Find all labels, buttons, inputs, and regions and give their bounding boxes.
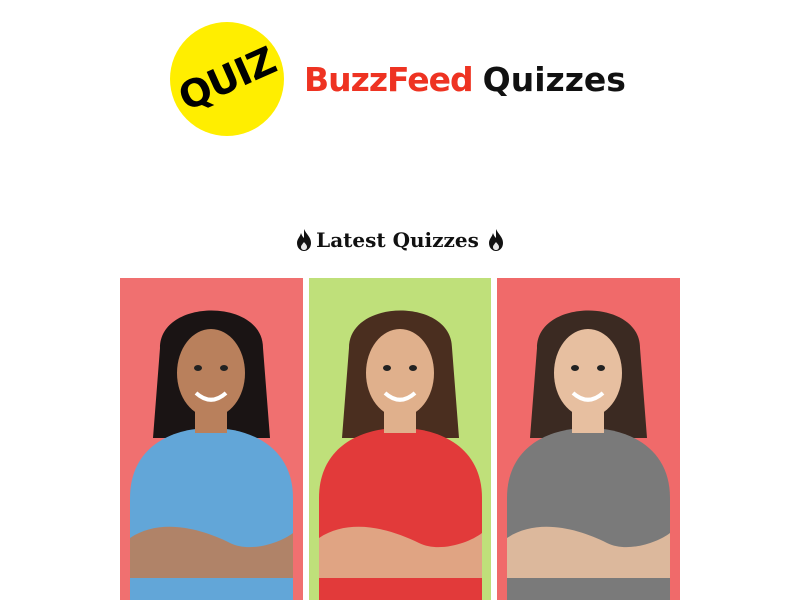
fire-icon <box>297 229 312 251</box>
brand-suffix: Quizzes <box>482 60 626 99</box>
latest-quizzes-heading: Latest Quizzes <box>0 228 800 252</box>
site-header: QUIZ BuzzFeed Quizzes <box>0 0 800 150</box>
quiz-badge-text: QUIZ <box>171 38 283 120</box>
brand-logo[interactable]: BuzzFeed Quizzes <box>304 60 626 99</box>
latest-quizzes-title: Latest Quizzes <box>316 228 479 252</box>
fire-icon <box>488 229 503 251</box>
quiz-card-1[interactable] <box>120 278 303 600</box>
quiz-badge-logo[interactable]: QUIZ <box>170 22 284 136</box>
quiz-card-2[interactable] <box>308 278 492 600</box>
quiz-card-3[interactable] <box>497 278 681 600</box>
quiz-thumbnail-image <box>497 278 681 600</box>
quiz-thumbnail-image <box>120 278 303 600</box>
quiz-thumbnail-image <box>308 278 492 600</box>
quiz-grid <box>120 278 681 600</box>
brand-name: BuzzFeed <box>304 60 474 99</box>
